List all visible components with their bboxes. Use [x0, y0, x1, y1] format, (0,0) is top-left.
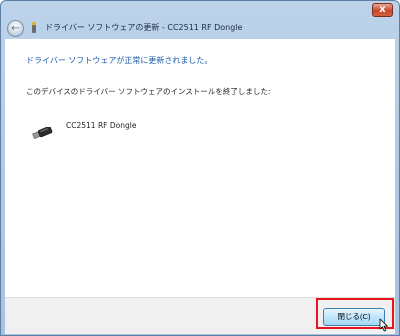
driver-update-window: x ← ドライバー ソフトウェアの更新 - CC2511 RF Dongle ド…: [0, 0, 400, 336]
back-button[interactable]: ←: [7, 20, 24, 37]
success-heading: ドライバー ソフトウェアが正常に更新されました。: [26, 56, 213, 65]
content-area: ドライバー ソフトウェアが正常に更新されました。 このデバイスのドライバー ソフ…: [5, 39, 395, 297]
window-close-button[interactable]: x: [372, 3, 393, 17]
close-button[interactable]: 閉じる(C): [323, 308, 385, 326]
install-message: このデバイスのドライバー ソフトウェアのインストールを終了しました:: [26, 87, 271, 96]
usb-dongle-icon: [32, 127, 53, 139]
window-title: ドライバー ソフトウェアの更新 - CC2511 RF Dongle: [45, 23, 243, 32]
mouse-cursor-icon: [379, 318, 388, 332]
device-name: CC2511 RF Dongle: [66, 121, 137, 130]
driver-icon: [31, 22, 37, 33]
